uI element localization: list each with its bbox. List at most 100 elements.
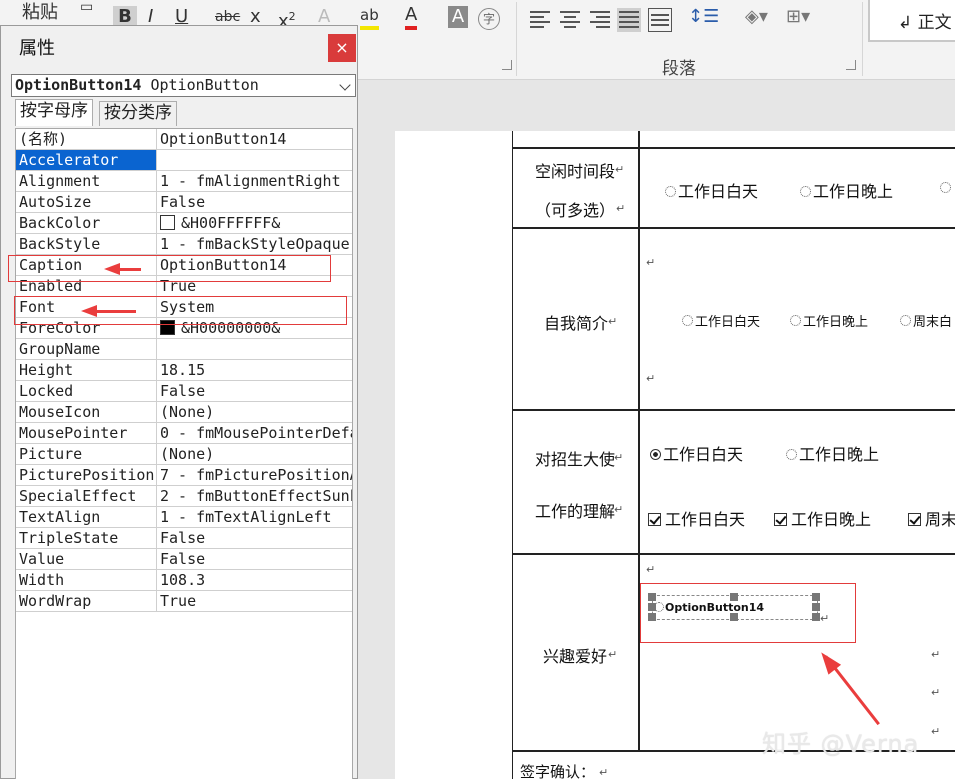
properties-title: 属性 <box>19 38 55 59</box>
property-name: (名称) <box>16 129 157 149</box>
radio-icon <box>790 315 801 326</box>
align-center-icon[interactable] <box>558 8 582 32</box>
close-button[interactable]: × <box>328 34 356 62</box>
justify-icon[interactable] <box>617 8 641 32</box>
highlight-box-control <box>640 583 856 643</box>
property-row[interactable]: Locked False <box>16 381 352 402</box>
property-value[interactable]: True <box>157 591 352 611</box>
property-value[interactable]: 7 - fmPicturePositionA <box>157 465 352 485</box>
free-time-label: 空闲时间段 <box>535 162 616 181</box>
property-value[interactable] <box>157 339 352 359</box>
paste-button[interactable]: 粘贴 <box>22 2 58 24</box>
property-row[interactable]: Picture (None) <box>16 444 352 465</box>
borders-icon[interactable]: ⊞▾ <box>786 6 810 28</box>
property-name: TextAlign <box>16 507 157 527</box>
property-value[interactable]: False <box>157 528 352 548</box>
radio-icon <box>800 186 811 197</box>
paragraph-mark: ↵ <box>616 202 626 215</box>
property-value[interactable]: (None) <box>157 444 352 464</box>
format-painter-icon[interactable]: ▭ <box>80 0 93 18</box>
property-value[interactable]: 1 - fmTextAlignLeft <box>157 507 352 527</box>
paragraph-mark: ↵ <box>646 372 656 385</box>
option-weekday-night-small[interactable]: 工作日晚上 <box>790 311 868 330</box>
checkbox-weekend[interactable]: 周末 <box>908 506 955 530</box>
property-row[interactable]: Value False <box>16 549 352 570</box>
property-row[interactable]: Alignment 1 - fmAlignmentRight <box>16 171 352 192</box>
property-value[interactable]: OptionButton14 <box>157 129 352 149</box>
property-name: PicturePosition <box>16 465 157 485</box>
option-weekday-day-small[interactable]: 工作日白天 <box>682 311 760 330</box>
property-value[interactable]: (None) <box>157 402 352 422</box>
property-row[interactable]: BackColor &H00FFFFFF& <box>16 213 352 234</box>
line-spacing-icon[interactable]: ↕☰ <box>688 6 719 28</box>
property-row[interactable]: Width 108.3 <box>16 570 352 591</box>
property-value[interactable]: False <box>157 549 352 569</box>
radio-weekday-night[interactable]: 工作日晚上 <box>786 441 879 465</box>
property-name: Height <box>16 360 157 380</box>
radio-icon <box>900 315 911 326</box>
property-row[interactable]: TextAlign 1 - fmTextAlignLeft <box>16 507 352 528</box>
property-name: AutoSize <box>16 192 157 212</box>
object-selector[interactable]: OptionButton14 OptionButton <box>11 74 356 97</box>
align-left-icon[interactable] <box>528 8 552 32</box>
font-color-button[interactable]: A <box>405 4 418 30</box>
shading-bucket-icon[interactable]: ◈▾ <box>745 6 768 28</box>
property-row[interactable]: AutoSize False <box>16 192 352 213</box>
property-row[interactable]: PicturePosition 7 - fmPicturePositionA <box>16 465 352 486</box>
option-label: 工作日晚上 <box>791 510 872 529</box>
property-row[interactable]: WordWrap True <box>16 591 352 612</box>
paragraph-mark: ↵ <box>931 648 941 661</box>
option-weekend-small[interactable]: 周末白 <box>900 311 952 330</box>
property-value[interactable]: 0 - fmMousePointerDefa <box>157 423 352 443</box>
property-value[interactable]: False <box>157 192 352 212</box>
align-right-icon[interactable] <box>588 8 612 32</box>
radio-weekday-day-selected[interactable]: 工作日白天 <box>650 441 743 465</box>
checkbox-weekday-day[interactable]: 工作日白天 <box>648 506 745 530</box>
radio-icon <box>940 182 951 193</box>
property-row[interactable]: SpecialEffect 2 - fmButtonEffectSunk <box>16 486 352 507</box>
property-row[interactable]: MouseIcon (None) <box>16 402 352 423</box>
paragraph-mark: ↵ <box>614 503 624 516</box>
property-value[interactable]: 1 - fmAlignmentRight <box>157 171 352 191</box>
property-row[interactable]: Accelerator <box>16 150 352 171</box>
checkbox-weekday-night[interactable]: 工作日晚上 <box>774 506 871 530</box>
enclose-char-button[interactable]: 字 <box>478 8 500 30</box>
font-dialog-launcher-icon[interactable] <box>502 60 512 70</box>
property-name: SpecialEffect <box>16 486 157 506</box>
paragraph-dialog-launcher-icon[interactable] <box>846 60 856 70</box>
property-row[interactable]: GroupName <box>16 339 352 360</box>
option-weekday-day[interactable]: 工作日白天 <box>665 178 758 202</box>
tab-alphabetic[interactable]: 按字母序 <box>15 99 93 126</box>
role-understanding-label-b: 工作的理解 <box>535 502 616 521</box>
option-label: 工作日白天 <box>665 510 746 529</box>
property-row[interactable]: BackStyle 1 - fmBackStyleOpaque <box>16 234 352 255</box>
property-name: Alignment <box>16 171 157 191</box>
option-label: 周末 <box>925 510 955 529</box>
option-label: 工作日白天 <box>678 182 759 201</box>
highlight-button[interactable]: ab <box>360 4 379 30</box>
property-row[interactable]: MousePointer 0 - fmMousePointerDefa <box>16 423 352 444</box>
property-name: BackColor <box>16 213 157 233</box>
property-row[interactable]: Height 18.15 <box>16 360 352 381</box>
option-weekday-night[interactable]: 工作日晚上 <box>800 178 893 202</box>
property-name: GroupName <box>16 339 157 359</box>
option-label: 工作日晚上 <box>799 445 880 464</box>
property-value[interactable]: 18.15 <box>157 360 352 380</box>
paragraph-mark: ↵ <box>608 648 618 661</box>
property-row[interactable]: TripleState False <box>16 528 352 549</box>
option-truncated[interactable] <box>940 178 953 197</box>
option-label: 工作日白天 <box>663 445 744 464</box>
tab-categorized[interactable]: 按分类序 <box>99 101 177 126</box>
style-normal[interactable]: ↲ 正文 <box>868 0 955 42</box>
ribbon-separator <box>516 2 517 76</box>
property-value[interactable]: 108.3 <box>157 570 352 590</box>
property-row[interactable]: (名称) OptionButton14 <box>16 129 352 150</box>
property-value[interactable]: 2 - fmButtonEffectSunk <box>157 486 352 506</box>
property-value[interactable]: False <box>157 381 352 401</box>
property-value[interactable]: 1 - fmBackStyleOpaque <box>157 234 352 254</box>
hobbies-label: 兴趣爱好 <box>543 647 608 666</box>
property-value[interactable]: &H00FFFFFF& <box>157 213 352 233</box>
char-shading-button[interactable]: A <box>448 6 468 28</box>
property-value[interactable] <box>157 150 352 170</box>
distributed-icon[interactable] <box>648 8 672 32</box>
